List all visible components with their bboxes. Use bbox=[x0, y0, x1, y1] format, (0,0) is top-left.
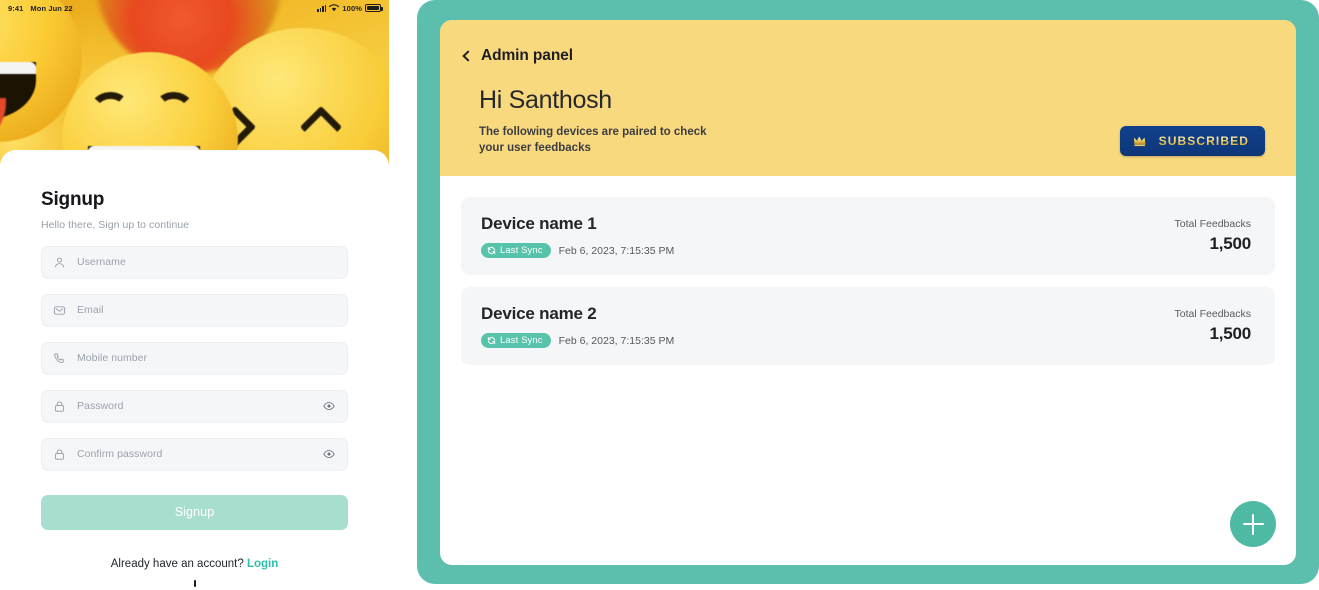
mobile-number-field[interactable]: Mobile number bbox=[41, 341, 348, 375]
wifi-icon bbox=[329, 4, 340, 12]
device-name: Device name 2 bbox=[481, 304, 597, 323]
admin-header: Admin panel Hi Santhosh The following de… bbox=[440, 20, 1296, 176]
subscribed-label: SUBSCRIBED bbox=[1158, 134, 1249, 148]
feedback-stats: Total Feedbacks 1,500 bbox=[1174, 218, 1252, 254]
password-visibility-toggle[interactable] bbox=[323, 401, 335, 411]
mobile-signup-screen: 9:41 Mon Jun 22 100% Signup Hello there,… bbox=[0, 0, 389, 590]
lock-icon bbox=[53, 448, 67, 461]
phone-icon bbox=[53, 352, 67, 365]
plus-icon bbox=[1251, 513, 1255, 535]
admin-panel-screen: Admin panel Hi Santhosh The following de… bbox=[440, 20, 1296, 565]
greeting-heading: Hi Santhosh bbox=[479, 86, 612, 114]
signup-sheet: Signup Hello there, Sign up to continue … bbox=[0, 150, 389, 590]
subscribed-badge[interactable]: SUBSCRIBED bbox=[1119, 126, 1265, 156]
total-feedbacks-label: Total Feedbacks bbox=[1174, 218, 1251, 230]
home-indicator bbox=[193, 580, 196, 587]
greeting-subtext: The following devices are paired to chec… bbox=[479, 126, 707, 155]
hero-emoji-image bbox=[0, 0, 389, 165]
sync-row: Last Sync Feb 6, 2023, 7:15:35 PM bbox=[481, 333, 674, 348]
chevron-left-icon bbox=[462, 50, 474, 62]
confirm-password-visibility-toggle[interactable] bbox=[323, 449, 335, 459]
status-date: Mon Jun 22 bbox=[30, 3, 73, 13]
last-sync-label: Last Sync bbox=[500, 245, 543, 256]
status-bar: 9:41 Mon Jun 22 100% bbox=[0, 0, 389, 16]
status-time: 9:41 bbox=[8, 3, 24, 13]
total-feedbacks-value: 1,500 bbox=[1209, 324, 1251, 343]
email-placeholder: Email bbox=[77, 304, 104, 317]
username-field[interactable]: Username bbox=[41, 245, 348, 279]
battery-percent-label: 100% bbox=[342, 3, 362, 13]
password-field[interactable]: Password bbox=[41, 389, 348, 423]
username-placeholder: Username bbox=[77, 256, 126, 269]
device-name: Device name 1 bbox=[481, 214, 597, 233]
last-sync-label: Last Sync bbox=[500, 335, 543, 346]
total-feedbacks-label: Total Feedbacks bbox=[1174, 308, 1251, 320]
device-info: Device name 1 Last Sync Feb 6, 2023, 7:1… bbox=[481, 214, 674, 258]
last-sync-badge: Last Sync bbox=[481, 333, 551, 348]
device-list: Device name 1 Last Sync Feb 6, 2023, 7:1… bbox=[440, 176, 1296, 565]
lock-icon bbox=[53, 400, 67, 413]
add-device-button[interactable] bbox=[1230, 501, 1276, 547]
feedback-stats: Total Feedbacks 1,500 bbox=[1174, 308, 1252, 344]
password-placeholder: Password bbox=[77, 400, 124, 413]
person-icon bbox=[53, 256, 67, 269]
page-title: Signup bbox=[41, 189, 105, 210]
admin-panel-title: Admin panel bbox=[481, 47, 573, 64]
confirm-password-placeholder: Confirm password bbox=[77, 448, 163, 461]
back-button[interactable]: Admin panel bbox=[462, 47, 573, 65]
device-info: Device name 2 Last Sync Feb 6, 2023, 7:1… bbox=[481, 304, 674, 348]
confirm-password-field[interactable]: Confirm password bbox=[41, 437, 348, 471]
signal-bars-icon bbox=[317, 4, 327, 12]
table-row[interactable]: Device name 2 Last Sync Feb 6, 2023, 7:1… bbox=[461, 287, 1275, 365]
sync-icon bbox=[487, 246, 496, 255]
total-feedbacks-value: 1,500 bbox=[1209, 234, 1251, 253]
last-sync-date: Feb 6, 2023, 7:15:35 PM bbox=[558, 244, 675, 257]
page-subtitle: Hello there, Sign up to continue bbox=[41, 218, 190, 231]
last-sync-date: Feb 6, 2023, 7:15:35 PM bbox=[558, 334, 675, 347]
last-sync-badge: Last Sync bbox=[481, 243, 551, 258]
mobile-placeholder: Mobile number bbox=[77, 352, 148, 365]
mail-icon bbox=[53, 304, 67, 317]
login-link[interactable]: Login bbox=[247, 558, 278, 570]
signup-button[interactable]: Signup bbox=[41, 494, 348, 530]
sync-row: Last Sync Feb 6, 2023, 7:15:35 PM bbox=[481, 243, 674, 258]
email-field[interactable]: Email bbox=[41, 293, 348, 327]
sync-icon bbox=[487, 336, 496, 345]
app-screen: 9:41 Mon Jun 22 100% Signup Hello there,… bbox=[0, 0, 1319, 590]
crown-icon bbox=[1133, 136, 1146, 147]
table-row[interactable]: Device name 1 Last Sync Feb 6, 2023, 7:1… bbox=[461, 197, 1275, 275]
login-prompt-text: Already have an account? bbox=[110, 557, 244, 570]
battery-icon bbox=[365, 4, 383, 12]
login-prompt: Already have an account? Login bbox=[41, 558, 348, 570]
